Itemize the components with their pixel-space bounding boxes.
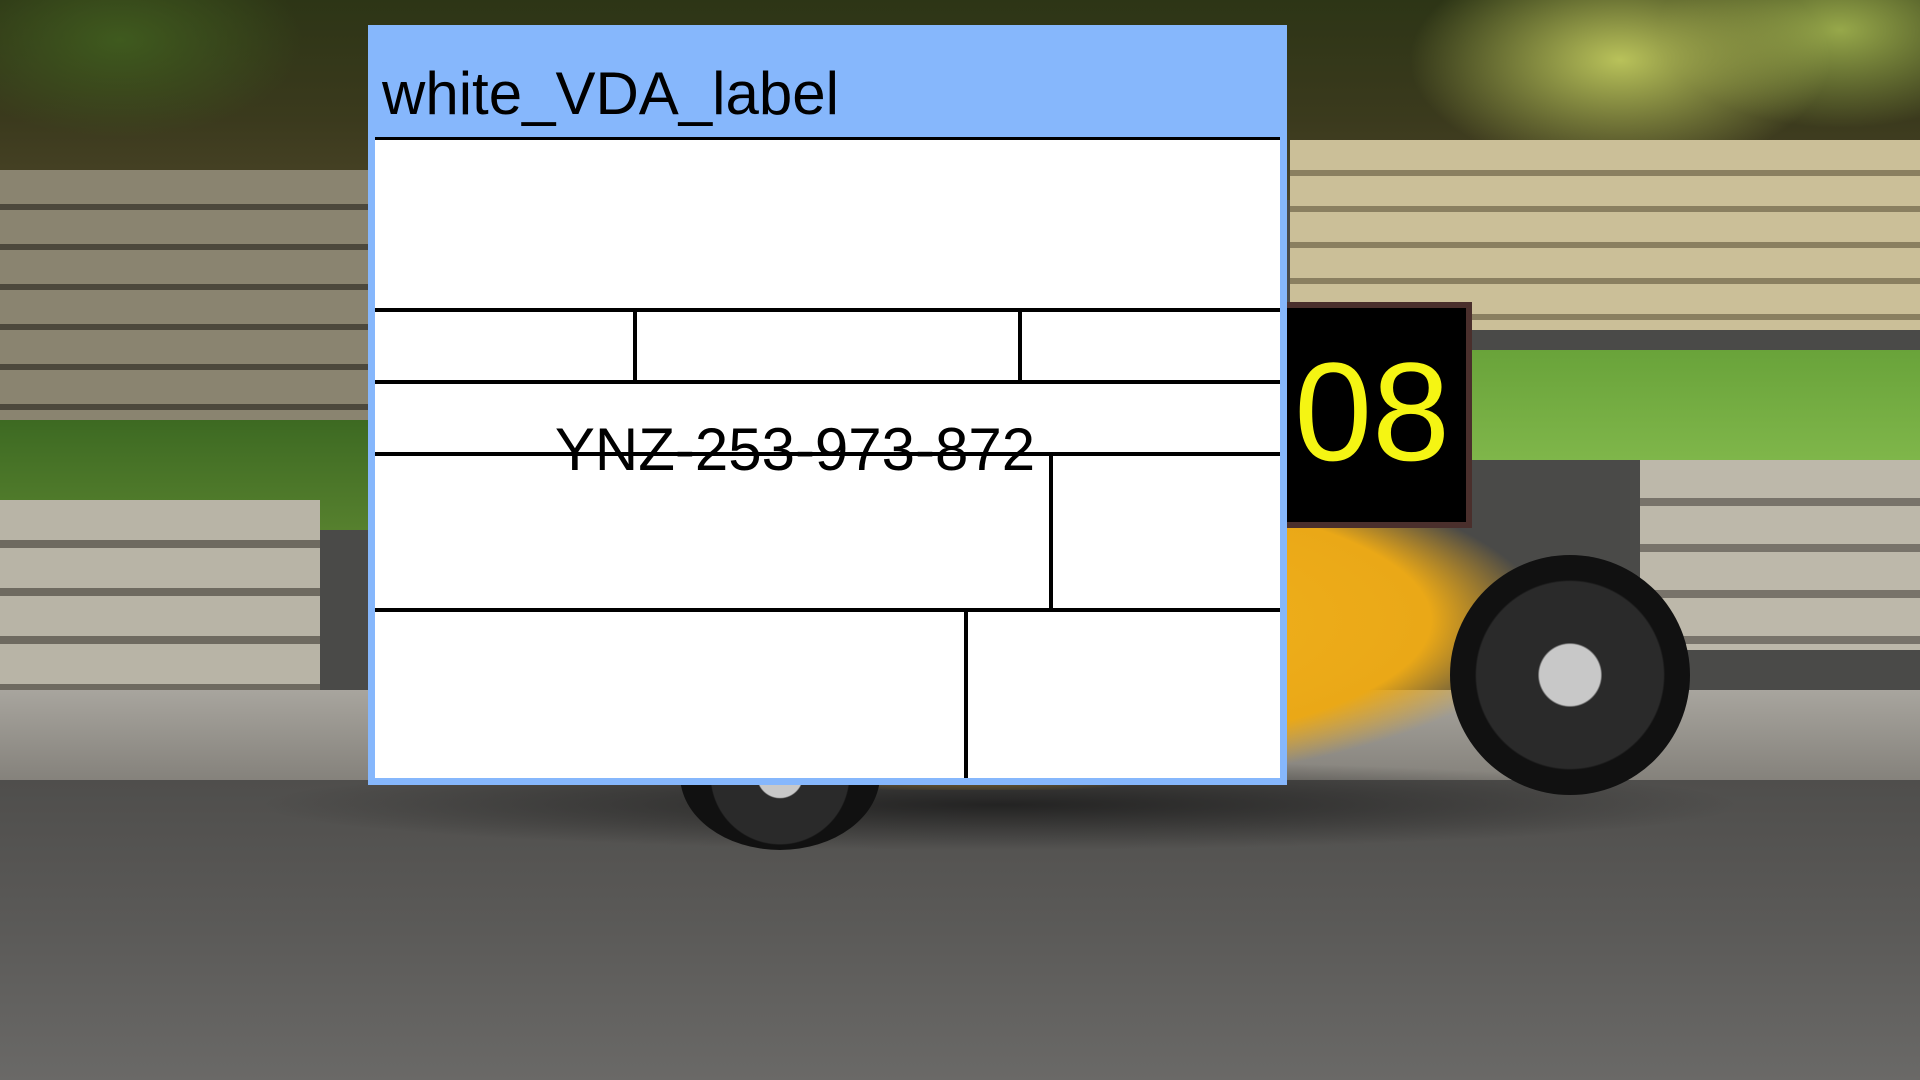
rear-wheel xyxy=(1450,555,1690,795)
label-header-cell xyxy=(375,140,1280,308)
label-cell-r2c2 xyxy=(637,312,1018,380)
stone-wall-left xyxy=(0,170,380,420)
label-cell-r2c1 xyxy=(375,312,633,380)
vda-label: YNZ-253-973-872 xyxy=(375,137,1280,778)
label-cell-r4c1 xyxy=(375,456,1049,608)
number-badge: 08 xyxy=(1280,302,1472,528)
label-cell-r5c1 xyxy=(375,612,964,778)
row-divider-2 xyxy=(375,380,1280,384)
label-cell-r4c2 xyxy=(1053,456,1280,608)
window-title: white_VDA_label xyxy=(382,60,839,127)
label-cell-r5c2 xyxy=(968,612,1280,778)
label-window[interactable]: white_VDA_label YNZ-253-973-872 xyxy=(368,25,1287,785)
badge-number: 08 xyxy=(1294,333,1450,490)
label-cell-r2c3 xyxy=(1022,312,1280,380)
